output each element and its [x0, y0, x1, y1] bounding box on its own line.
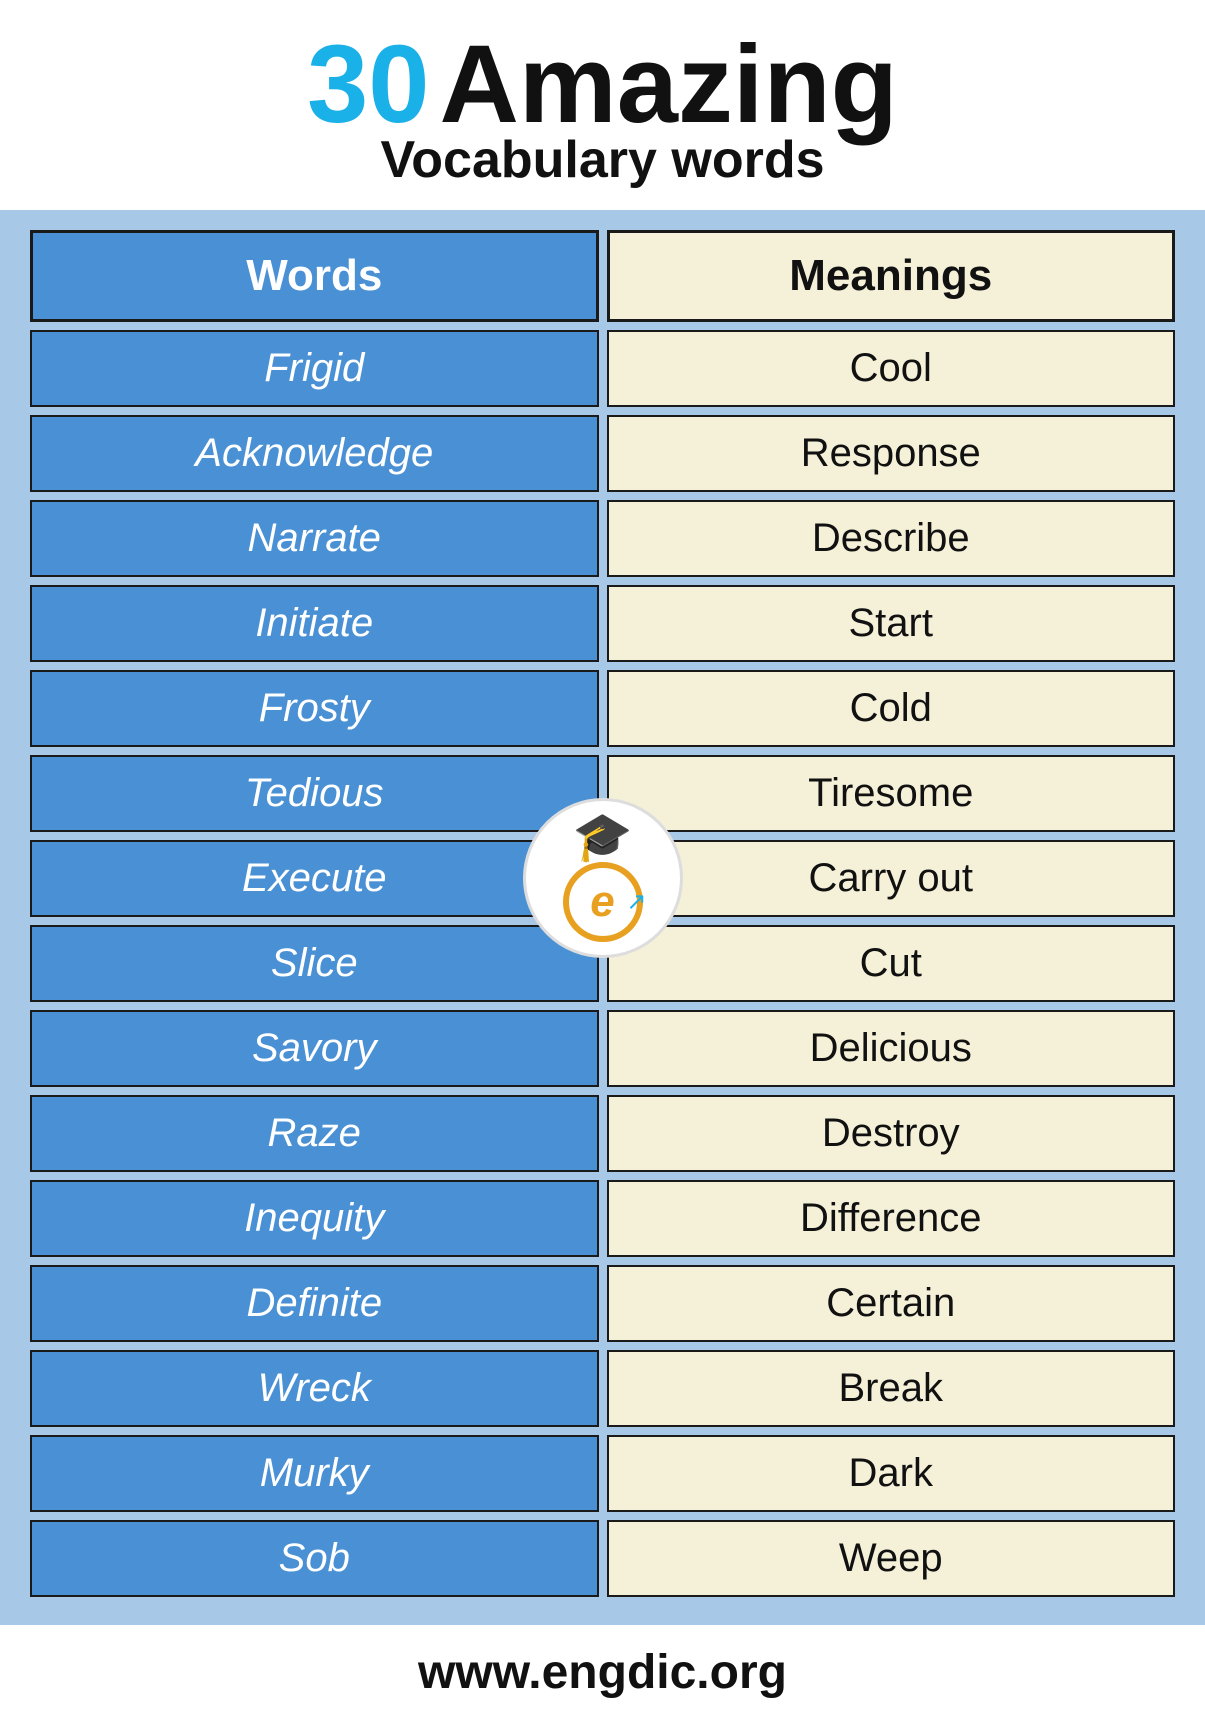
table-row: FrostyCold [30, 670, 1175, 747]
vocab-table-body: FrigidCoolAcknowledgeResponseNarrateDesc… [30, 330, 1175, 1597]
header: 30 Amazing Vocabulary words [0, 0, 1205, 210]
word-cell: Narrate [30, 500, 599, 577]
table-row: NarrateDescribe [30, 500, 1175, 577]
meaning-cell: Difference [607, 1180, 1176, 1257]
word-cell: Slice [30, 925, 599, 1002]
number-display: 30 [307, 30, 429, 140]
meaning-cell: Carry out [607, 840, 1176, 917]
graduation-cap-icon: 🎓 [573, 814, 633, 862]
meaning-cell: Delicious [607, 1010, 1176, 1087]
table-row: AcknowledgeResponse [30, 415, 1175, 492]
footer: www.engdic.org [0, 1625, 1205, 1720]
word-cell: Tedious [30, 755, 599, 832]
meaning-cell: Describe [607, 500, 1176, 577]
meaning-cell: Dark [607, 1435, 1176, 1512]
table-row: DefiniteCertain [30, 1265, 1175, 1342]
word-cell: Inequity [30, 1180, 599, 1257]
meaning-cell: Response [607, 415, 1176, 492]
word-cell: Frigid [30, 330, 599, 407]
meaning-cell: Start [607, 585, 1176, 662]
table-row: SobWeep [30, 1520, 1175, 1597]
table-row: InequityDifference [30, 1180, 1175, 1257]
table-header-row: Words Meanings [30, 230, 1175, 322]
meaning-cell: Weep [607, 1520, 1176, 1597]
meaning-cell: Certain [607, 1265, 1176, 1342]
logo-swoosh-icon: ↗ [626, 887, 646, 916]
word-cell: Raze [30, 1095, 599, 1172]
meaning-cell: Destroy [607, 1095, 1176, 1172]
table-row: SavoryDelicious [30, 1010, 1175, 1087]
word-cell: Acknowledge [30, 415, 599, 492]
logo-e-letter: e [590, 877, 614, 927]
table-row: FrigidCool [30, 330, 1175, 407]
word-cell: Definite [30, 1265, 599, 1342]
meanings-column-header: Meanings [607, 230, 1176, 322]
meaning-cell: Break [607, 1350, 1176, 1427]
logo-overlay: 🎓 e ↗ [523, 798, 683, 958]
word-cell: Frosty [30, 670, 599, 747]
table-row: WreckBreak [30, 1350, 1175, 1427]
logo-inner: 🎓 e ↗ [563, 814, 643, 942]
words-column-header: Words [30, 230, 599, 322]
table-row: InitiateStart [30, 585, 1175, 662]
footer-url: www.engdic.org [40, 1645, 1165, 1700]
header-top: 30 Amazing [307, 30, 898, 140]
logo-e-ring: e ↗ [563, 862, 643, 942]
meaning-cell: Cool [607, 330, 1176, 407]
meaning-cell: Cold [607, 670, 1176, 747]
amazing-label: Amazing [439, 30, 897, 140]
word-cell: Murky [30, 1435, 599, 1512]
meaning-cell: Tiresome [607, 755, 1176, 832]
table-row: RazeDestroy [30, 1095, 1175, 1172]
word-cell: Savory [30, 1010, 599, 1087]
subtitle: Vocabulary words [380, 130, 824, 190]
word-cell: Initiate [30, 585, 599, 662]
main-content: 🎓 e ↗ Words Meanings FrigidCoolAcknowled… [0, 210, 1205, 1625]
word-cell: Wreck [30, 1350, 599, 1427]
meaning-cell: Cut [607, 925, 1176, 1002]
word-cell: Execute [30, 840, 599, 917]
table-row: MurkyDark [30, 1435, 1175, 1512]
word-cell: Sob [30, 1520, 599, 1597]
